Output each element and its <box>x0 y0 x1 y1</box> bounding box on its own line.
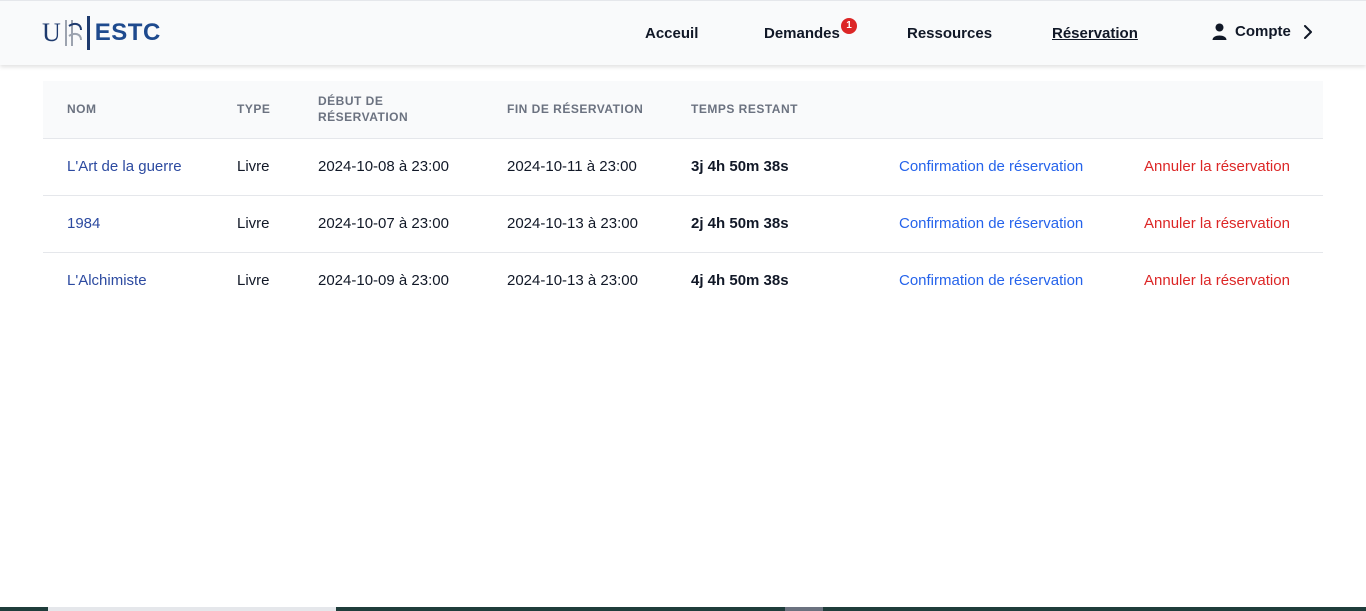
reservation-remaining: 4j 4h 50m 38s <box>691 272 789 290</box>
nav-item-demandes[interactable]: Demandes <box>764 25 840 42</box>
reservation-remaining: 3j 4h 50m 38s <box>691 158 789 175</box>
reservations-table: Nom Type Début de réservation Fin de rés… <box>43 81 1323 309</box>
bottom-taskbar-strip <box>0 607 1366 611</box>
reservation-type: Livre <box>237 158 270 175</box>
confirm-reservation-link[interactable]: Confirmation de réservation <box>875 195 1120 252</box>
taskbar-segment <box>48 607 336 611</box>
cancel-reservation-link[interactable]: Annuler la réservation <box>1120 195 1323 252</box>
reservation-start: 2024-10-08 à 23:00 <box>318 158 449 175</box>
reservation-start: 2024-10-09 à 23:00 <box>318 272 449 290</box>
user-icon <box>1212 23 1227 40</box>
reservation-end: 2024-10-13 à 23:00 <box>507 272 638 290</box>
column-header-type: Type <box>237 102 271 117</box>
column-header-cancel <box>1120 81 1323 138</box>
nav-item-acceuil[interactable]: Acceuil <box>645 25 698 42</box>
account-menu[interactable]: Compte <box>1212 23 1313 40</box>
reservations-table-container: Nom Type Début de réservation Fin de rés… <box>43 81 1323 309</box>
reservation-name-link[interactable]: L'Art de la guerre <box>43 138 213 195</box>
logo-initial: U <box>42 18 61 47</box>
column-header-nom: Nom <box>67 102 97 117</box>
chevron-right-icon <box>1303 24 1312 39</box>
table-row: L'Alchimiste Livre 2024-10-09 à 23:00 20… <box>43 252 1323 309</box>
column-header-fin: Fin de réservation <box>507 102 644 117</box>
column-header-temps-restant: Temps restant <box>691 102 798 117</box>
table-row: 1984 Livre 2024-10-07 à 23:00 2024-10-13… <box>43 195 1323 252</box>
account-label: Compte <box>1235 23 1291 40</box>
column-header-debut: Début de réservation <box>318 94 409 125</box>
reservation-name-link[interactable]: 1984 <box>43 195 213 252</box>
logo-mark-icon <box>64 20 82 46</box>
reservation-end: 2024-10-11 à 23:00 <box>507 158 637 175</box>
top-navbar: U ESTC Acceuil Demandes 1 Ressources Rés… <box>0 0 1366 65</box>
column-header-confirm <box>875 81 1120 138</box>
logo-divider <box>86 16 90 50</box>
confirm-reservation-link[interactable]: Confirmation de réservation <box>875 138 1120 195</box>
notification-badge: 1 <box>841 18 857 34</box>
reservation-remaining: 2j 4h 50m 38s <box>691 215 789 232</box>
nav-item-ressources[interactable]: Ressources <box>907 25 992 42</box>
reservation-start: 2024-10-07 à 23:00 <box>318 215 449 232</box>
reservation-end: 2024-10-13 à 23:00 <box>507 215 638 232</box>
reservation-type: Livre <box>237 272 270 290</box>
reservation-name-link[interactable]: L'Alchimiste <box>43 252 213 309</box>
taskbar-segment <box>785 607 823 611</box>
cancel-reservation-link[interactable]: Annuler la réservation <box>1120 252 1323 309</box>
confirm-reservation-link[interactable]: Confirmation de réservation <box>875 252 1120 309</box>
logo-text: ESTC <box>94 19 161 46</box>
logo[interactable]: U ESTC <box>42 15 161 51</box>
nav-item-reservation[interactable]: Réservation <box>1052 25 1138 42</box>
table-row: L'Art de la guerre Livre 2024-10-08 à 23… <box>43 138 1323 195</box>
cancel-reservation-link[interactable]: Annuler la réservation <box>1120 138 1323 195</box>
reservation-type: Livre <box>237 215 270 232</box>
table-header-row: Nom Type Début de réservation Fin de rés… <box>43 81 1323 138</box>
